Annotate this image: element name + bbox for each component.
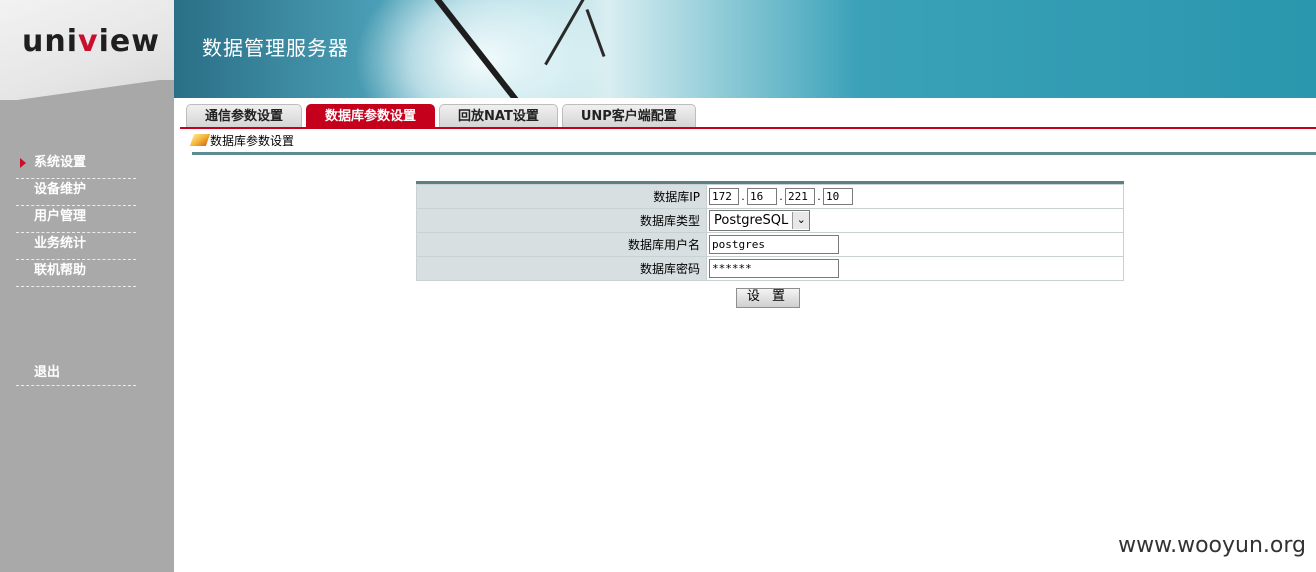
tab-playback-nat[interactable]: 回放NAT设置 bbox=[439, 104, 558, 128]
arrow-right-icon bbox=[20, 158, 26, 168]
tab-bar: 通信参数设置 数据库参数设置 回放NAT设置 UNP客户端配置 bbox=[186, 104, 696, 128]
watermark-text: www.wooyun.org bbox=[1118, 533, 1306, 558]
form-row-db-type: 数据库类型 PostgreSQL ⌄ bbox=[416, 208, 1124, 233]
tab-unp-client[interactable]: UNP客户端配置 bbox=[561, 104, 696, 128]
sidebar-nav: 系统设置 设备维护 用户管理 业务统计 联机帮助 bbox=[16, 152, 136, 287]
logo-area: uniview bbox=[0, 0, 174, 100]
db-user-input[interactable] bbox=[709, 235, 839, 254]
db-ip-label: 数据库IP bbox=[416, 184, 707, 209]
db-password-input[interactable] bbox=[709, 259, 839, 278]
pencil-icon bbox=[189, 134, 211, 146]
db-password-label: 数据库密码 bbox=[416, 256, 707, 281]
db-type-select[interactable]: PostgreSQL ⌄ bbox=[709, 210, 811, 231]
app-title: 数据管理服务器 bbox=[202, 36, 349, 60]
sidebar-item-device-maintenance[interactable]: 设备维护 bbox=[16, 179, 136, 206]
submit-button[interactable]: 设 置 bbox=[736, 288, 800, 308]
db-ip-octet-4[interactable] bbox=[823, 188, 853, 205]
sidebar-item-system-settings[interactable]: 系统设置 bbox=[16, 152, 136, 179]
section-title: 数据库参数设置 bbox=[189, 132, 294, 149]
header-banner: 数据管理服务器 bbox=[174, 0, 1316, 98]
form-row-db-password: 数据库密码 bbox=[416, 256, 1124, 281]
uniview-logo: uniview bbox=[22, 24, 160, 59]
logout-link[interactable]: 退出 bbox=[16, 362, 136, 386]
db-ip-octet-3[interactable] bbox=[785, 188, 815, 205]
tab-database-params[interactable]: 数据库参数设置 bbox=[306, 104, 436, 128]
section-divider bbox=[192, 152, 1316, 155]
sidebar-item-user-management[interactable]: 用户管理 bbox=[16, 206, 136, 233]
chevron-down-icon[interactable]: ⌄ bbox=[792, 212, 810, 229]
sidebar: 系统设置 设备维护 用户管理 业务统计 联机帮助 退出 bbox=[0, 100, 174, 572]
form-row-db-ip: 数据库IP ... bbox=[416, 184, 1124, 209]
sidebar-item-online-help[interactable]: 联机帮助 bbox=[16, 260, 136, 287]
db-type-label: 数据库类型 bbox=[416, 208, 707, 233]
tab-divider bbox=[180, 127, 1316, 129]
tab-communication-params[interactable]: 通信参数设置 bbox=[186, 104, 303, 128]
form-row-db-user: 数据库用户名 bbox=[416, 232, 1124, 257]
db-ip-octet-2[interactable] bbox=[747, 188, 777, 205]
db-user-label: 数据库用户名 bbox=[416, 232, 707, 257]
db-ip-octet-1[interactable] bbox=[709, 188, 739, 205]
sidebar-item-business-statistics[interactable]: 业务统计 bbox=[16, 233, 136, 260]
db-settings-form: 数据库IP ... 数据库类型 PostgreSQL⌄ 数据库用户名 数据库密码 bbox=[416, 181, 1124, 281]
